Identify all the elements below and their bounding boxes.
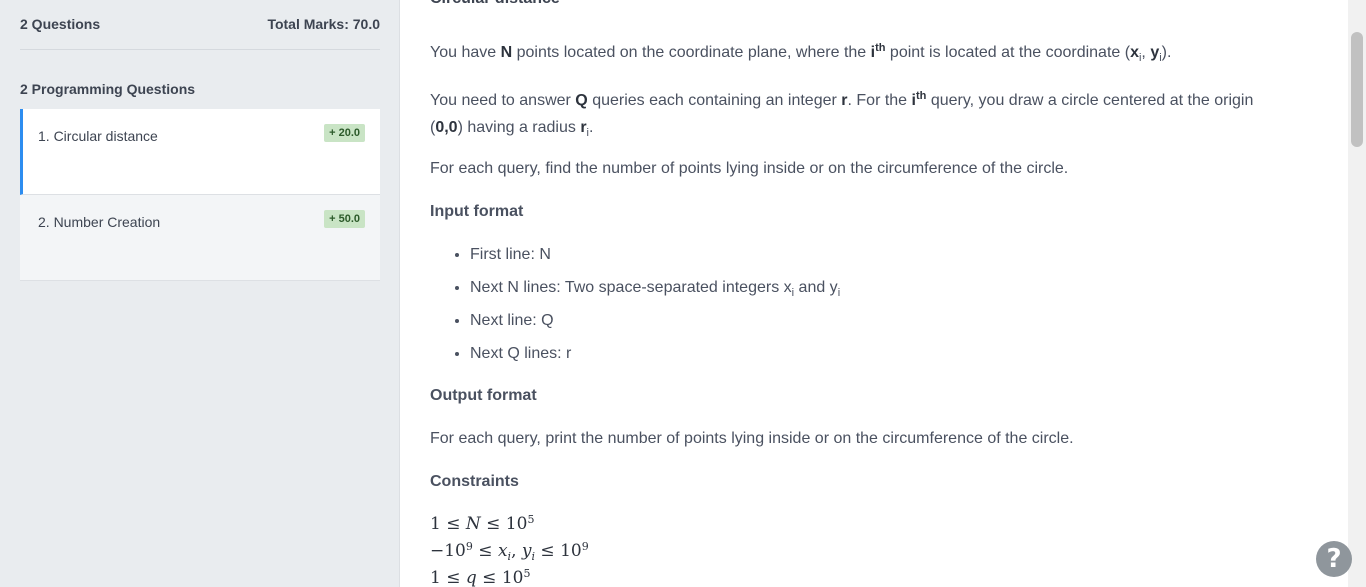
question-list: 1. Circular distance + 20.0 2. Number Cr… bbox=[20, 109, 380, 281]
problem-paragraph-1: You have N points located on the coordin… bbox=[430, 42, 1172, 64]
input-format-heading: Input format bbox=[430, 203, 524, 220]
total-marks: Total Marks: 70.0 bbox=[267, 15, 380, 32]
help-icon: ? bbox=[1326, 544, 1342, 574]
list-item: Next Q lines: r bbox=[470, 344, 840, 377]
section-title: 2 Programming Questions bbox=[20, 81, 196, 97]
question-title: 2. Number Creation bbox=[38, 214, 161, 230]
problem-title: Circular distance bbox=[430, 0, 560, 8]
test-summary: 2 Questions Total Marks: 70.0 bbox=[20, 0, 380, 50]
problem-paragraph-3: For each query, find the number of point… bbox=[430, 160, 1069, 177]
constraint-3: 1 ≤ q ≤ 105 bbox=[430, 567, 531, 587]
questions-count: 2 Questions bbox=[20, 15, 101, 32]
output-format-text: For each query, print the number of poin… bbox=[430, 430, 1074, 447]
scrollbar-thumb[interactable] bbox=[1351, 32, 1363, 147]
input-format-list: First line: N Next N lines: Two space-se… bbox=[470, 245, 840, 377]
marks-badge: + 20.0 bbox=[324, 124, 365, 142]
marks-badge: + 50.0 bbox=[324, 210, 365, 228]
output-format-heading: Output format bbox=[430, 387, 537, 404]
problem-statement: Circular distance You have N points loca… bbox=[400, 0, 1348, 587]
constraint-1: 1 ≤ N ≤ 105 bbox=[430, 513, 535, 534]
vertical-scrollbar[interactable] bbox=[1348, 0, 1366, 587]
help-button[interactable]: ? bbox=[1316, 541, 1352, 577]
list-item: Next line: Q bbox=[470, 311, 840, 344]
question-title: 1. Circular distance bbox=[38, 128, 158, 144]
problem-paragraph-2: You need to answer Q queries each contai… bbox=[430, 90, 1254, 139]
constraint-2: −109 ≤ xi, yi ≤ 109 bbox=[430, 540, 589, 563]
list-item: First line: N bbox=[470, 245, 840, 278]
question-item-circular-distance[interactable]: 1. Circular distance + 20.0 bbox=[20, 109, 380, 195]
question-item-number-creation[interactable]: 2. Number Creation + 50.0 bbox=[20, 195, 380, 281]
constraints-heading: Constraints bbox=[430, 473, 519, 490]
list-item: Next N lines: Two space-separated intege… bbox=[470, 278, 840, 311]
sidebar: 2 Questions Total Marks: 70.0 2 Programm… bbox=[0, 0, 400, 587]
